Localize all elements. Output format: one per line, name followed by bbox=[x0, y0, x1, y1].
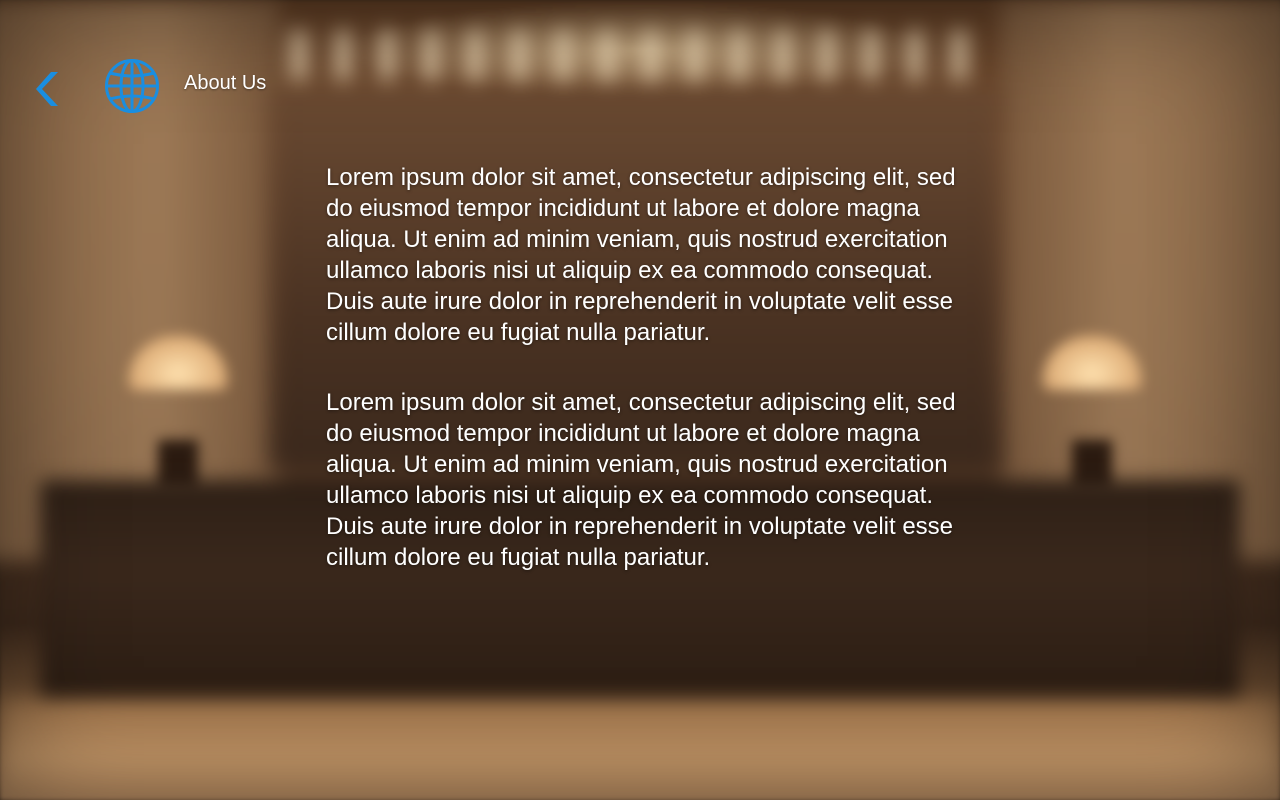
page-title: About Us bbox=[184, 72, 267, 94]
chevron-left-icon bbox=[36, 72, 58, 106]
about-paragraph-1: Lorem ipsum dolor sit amet, consectetur … bbox=[326, 164, 956, 346]
about-content: Lorem ipsum dolor sit amet, consectetur … bbox=[326, 162, 956, 612]
back-button[interactable] bbox=[34, 70, 64, 110]
about-paragraph-2: Lorem ipsum dolor sit amet, consectetur … bbox=[326, 389, 956, 571]
globe-icon bbox=[104, 58, 160, 114]
about-page: About Us Lorem ipsum dolor sit amet, con… bbox=[0, 0, 1280, 800]
